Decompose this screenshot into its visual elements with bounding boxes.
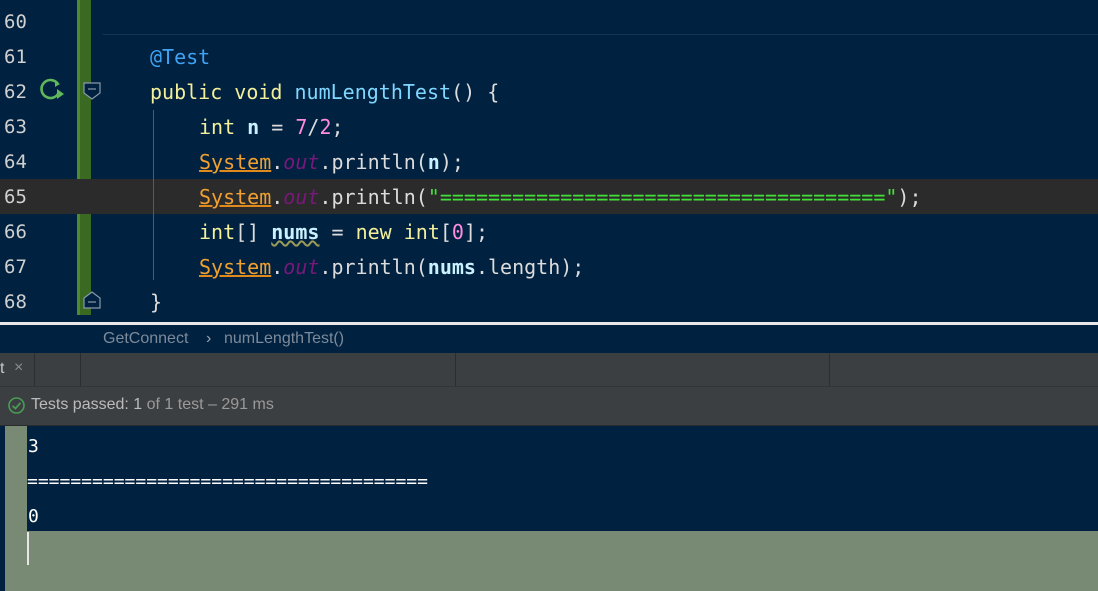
println-call: .println( bbox=[319, 185, 428, 209]
check-circle-icon bbox=[8, 397, 25, 414]
run-tab-label[interactable]: t bbox=[0, 360, 4, 378]
breadcrumb-method[interactable]: numLengthTest() bbox=[224, 330, 344, 348]
field-out: out bbox=[283, 185, 320, 209]
fold-collapse-icon[interactable] bbox=[83, 82, 101, 100]
indent-guide bbox=[153, 110, 154, 280]
line-number: 67 bbox=[4, 256, 27, 278]
line-number: 65 bbox=[4, 186, 27, 208]
breadcrumb-class[interactable]: GetConnect bbox=[103, 330, 188, 348]
semicolon: ; bbox=[331, 115, 344, 139]
close-icon[interactable]: × bbox=[14, 359, 23, 377]
statement-print-n: System.out.println(n); bbox=[199, 150, 464, 174]
run-test-icon[interactable] bbox=[38, 76, 64, 102]
length-access: .length); bbox=[475, 255, 585, 279]
number-literal: 2 bbox=[319, 115, 332, 139]
method-signature: public void numLengthTest() { bbox=[150, 80, 499, 104]
code-line-61[interactable]: 61 @Test bbox=[0, 39, 1098, 74]
keyword-new: new bbox=[355, 220, 392, 244]
code-line-68[interactable]: 68 } bbox=[0, 284, 1098, 319]
keyword-public: public bbox=[150, 80, 223, 104]
keyword-int: int bbox=[403, 220, 440, 244]
statement-end: ); bbox=[439, 150, 464, 174]
line-number: 64 bbox=[4, 151, 27, 173]
passed-count: 1 bbox=[133, 396, 143, 413]
array-brackets: [] bbox=[235, 220, 260, 244]
line-number: 68 bbox=[4, 291, 27, 313]
number-literal: 7 bbox=[295, 115, 308, 139]
line-number: 66 bbox=[4, 221, 27, 243]
field-out: out bbox=[283, 255, 320, 279]
tab-divider bbox=[80, 353, 81, 386]
statement-print-separator: System.out.println("====================… bbox=[199, 185, 922, 209]
total-tests: of 1 test bbox=[146, 396, 204, 413]
code-line-62[interactable]: 62 public void numLengthTest() { bbox=[0, 74, 1098, 109]
text-caret bbox=[27, 532, 29, 565]
println-call: .println( bbox=[319, 150, 428, 174]
field-out: out bbox=[283, 150, 320, 174]
status-prefix: Tests passed: bbox=[31, 396, 129, 413]
line-number: 60 bbox=[4, 11, 27, 33]
console-line: 0 bbox=[28, 506, 39, 527]
code-line-67[interactable]: 67 System.out.println(nums.length); bbox=[0, 249, 1098, 284]
close-brace: } bbox=[150, 290, 163, 314]
code-line-66[interactable]: 66 int[] nums = new int[0]; bbox=[0, 214, 1098, 249]
code-line-63[interactable]: 63 int n = 7/2; bbox=[0, 109, 1098, 144]
keyword-void: void bbox=[234, 80, 283, 104]
bracket-close: ]; bbox=[463, 220, 489, 244]
breadcrumb: GetConnect › numLengthTest() bbox=[0, 325, 1098, 353]
test-status-bar: Tests passed: 1 of 1 test – 291 ms bbox=[0, 386, 1098, 426]
console-line: 3 bbox=[28, 436, 39, 457]
println-call: .println( bbox=[319, 255, 428, 279]
operator-div: / bbox=[307, 115, 320, 139]
bracket-open: [ bbox=[439, 220, 452, 244]
class-system: System bbox=[199, 185, 272, 209]
method-name: numLengthTest bbox=[294, 80, 452, 104]
statement-int-n: int n = 7/2; bbox=[199, 115, 344, 139]
operator-eq: = bbox=[271, 115, 284, 139]
argument-n: n bbox=[427, 150, 440, 174]
code-line-60[interactable]: 60 bbox=[0, 4, 1098, 39]
argument-nums: nums bbox=[427, 255, 476, 279]
tool-window-tabs: t × bbox=[0, 353, 1098, 386]
test-summary: Tests passed: 1 of 1 test – 291 ms bbox=[31, 396, 274, 414]
console-gutter bbox=[5, 426, 27, 591]
code-line-64[interactable]: 64 System.out.println(n); bbox=[0, 144, 1098, 179]
tab-divider bbox=[829, 353, 830, 386]
string-literal: "=====================================" bbox=[427, 185, 898, 209]
class-system: System bbox=[199, 150, 272, 174]
tab-divider bbox=[455, 353, 456, 386]
console-selection-area bbox=[27, 531, 1098, 591]
code-editor[interactable]: 60 61 @Test 62 public void numLengthTest… bbox=[0, 0, 1098, 323]
dot: . bbox=[271, 185, 284, 209]
class-system: System bbox=[199, 255, 272, 279]
variable-n: n bbox=[247, 115, 260, 139]
line-number: 63 bbox=[4, 116, 27, 138]
tab-divider bbox=[34, 353, 35, 386]
parens: () bbox=[451, 80, 476, 104]
code-line-65-current[interactable]: 65 System.out.println("=================… bbox=[0, 179, 1098, 214]
statement-int-array: int[] nums = new int[0]; bbox=[199, 220, 488, 244]
line-number: 62 bbox=[4, 81, 27, 103]
fold-end-icon[interactable] bbox=[83, 291, 101, 309]
statement-end: ); bbox=[897, 185, 922, 209]
statement-print-length: System.out.println(nums.length); bbox=[199, 255, 584, 279]
dot: . bbox=[271, 255, 284, 279]
duration: 291 ms bbox=[221, 396, 274, 413]
chevron-right-icon: › bbox=[206, 330, 212, 347]
operator-eq: = bbox=[331, 220, 344, 244]
open-brace: { bbox=[487, 80, 500, 104]
console-output[interactable]: 3 ===================================== … bbox=[0, 426, 1098, 591]
line-number: 61 bbox=[4, 46, 27, 68]
console-line: ===================================== bbox=[27, 471, 428, 492]
dot: . bbox=[271, 150, 284, 174]
dash: – bbox=[208, 396, 217, 413]
annotation-test: @Test bbox=[150, 45, 211, 69]
variable-nums: nums bbox=[271, 220, 320, 244]
number-literal: 0 bbox=[451, 220, 464, 244]
keyword-int: int bbox=[199, 115, 236, 139]
keyword-int: int bbox=[199, 220, 236, 244]
